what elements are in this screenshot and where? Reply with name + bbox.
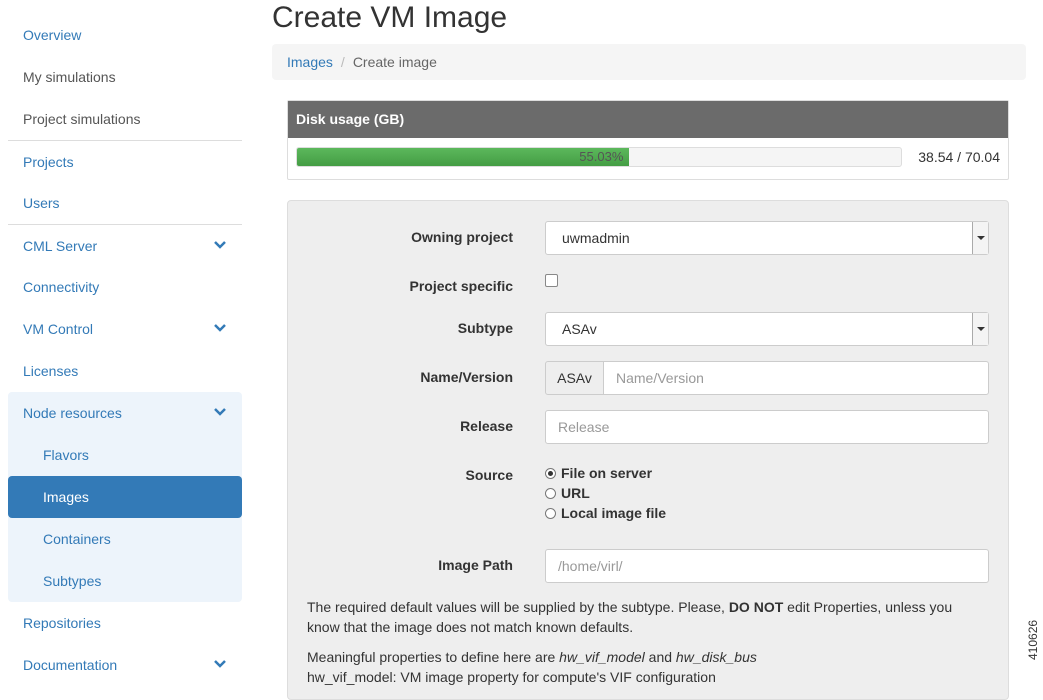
- sidebar-item-subtypes[interactable]: Subtypes: [8, 560, 242, 602]
- node-resources-group: Node resources Flavors Images Containers…: [8, 392, 242, 602]
- source-option-label: Local image file: [561, 505, 667, 521]
- breadcrumb-separator: /: [340, 54, 345, 70]
- subtype-label: Subtype: [457, 320, 513, 336]
- source-option-label: File on server: [561, 465, 653, 481]
- help-text: The required default values will be supp…: [307, 599, 729, 615]
- release-input[interactable]: [545, 410, 989, 444]
- help-text-property-name: hw_vif_model: [559, 649, 645, 665]
- source-label: Source: [465, 467, 513, 483]
- dropdown-arrow-icon: [972, 222, 988, 254]
- subtype-select[interactable]: ASAv: [545, 312, 989, 346]
- radio-icon[interactable]: [545, 488, 556, 499]
- sidebar-nav: Overview My simulations Project simulati…: [8, 14, 242, 686]
- sidebar-item-my-simulations[interactable]: My simulations: [8, 56, 242, 98]
- subtype-value: ASAv: [562, 321, 597, 337]
- create-image-form: Owning project uwmadmin Project specific…: [287, 200, 1009, 700]
- help-text-defaults: The required default values will be supp…: [307, 597, 987, 637]
- figure-code: 410626: [1026, 619, 1040, 660]
- sidebar-item-node-resources[interactable]: Node resources: [8, 392, 242, 434]
- release-label: Release: [460, 418, 513, 434]
- source-option-local-image-file[interactable]: Local image file: [545, 503, 666, 523]
- help-text: and: [644, 649, 676, 665]
- name-version-input[interactable]: [603, 361, 989, 395]
- help-text-property-name: hw_disk_bus: [675, 649, 757, 665]
- image-path-label: Image Path: [438, 557, 513, 573]
- sidebar-item-vm-control[interactable]: VM Control: [8, 308, 242, 350]
- sidebar-item-licenses[interactable]: Licenses: [8, 350, 242, 392]
- owning-project-value: uwmadmin: [562, 230, 630, 246]
- dropdown-arrow-icon: [972, 313, 988, 345]
- project-specific-label: Project specific: [409, 278, 514, 294]
- sidebar-item-label: Documentation: [23, 657, 118, 673]
- help-text-properties: Meaningful properties to define here are…: [307, 647, 987, 667]
- disk-usage-progress-fill: 55.03%: [297, 148, 630, 166]
- sidebar-item-containers[interactable]: Containers: [8, 518, 242, 560]
- owning-project-select[interactable]: uwmadmin: [545, 221, 989, 255]
- sidebar-item-label: VM Control: [23, 321, 94, 337]
- source-option-file-on-server[interactable]: File on server: [545, 463, 652, 483]
- radio-checked-icon[interactable]: [545, 468, 556, 479]
- sidebar-item-users[interactable]: Users: [8, 182, 242, 224]
- radio-icon[interactable]: [545, 508, 556, 519]
- breadcrumb: Images / Create image: [272, 44, 1026, 80]
- project-specific-checkbox[interactable]: [545, 274, 558, 287]
- sidebar-item-images[interactable]: Images: [8, 476, 242, 518]
- sidebar-item-cml-server[interactable]: CML Server: [8, 224, 242, 266]
- source-option-url[interactable]: URL: [545, 483, 590, 503]
- sidebar-item-projects[interactable]: Projects: [8, 140, 242, 182]
- sidebar-item-flavors[interactable]: Flavors: [8, 434, 242, 476]
- sidebar-item-connectivity[interactable]: Connectivity: [8, 266, 242, 308]
- disk-usage-values: 38.54 / 70.04: [918, 149, 1000, 165]
- breadcrumb-images-link[interactable]: Images: [287, 54, 333, 70]
- sidebar-item-project-simulations[interactable]: Project simulations: [8, 98, 242, 140]
- name-version-label: Name/Version: [420, 369, 513, 385]
- chevron-down-icon: [214, 660, 226, 668]
- disk-usage-progress: 55.03%: [296, 147, 902, 167]
- image-path-input[interactable]: [545, 549, 989, 583]
- source-option-label: URL: [561, 485, 590, 501]
- help-text-vif-model: hw_vif_model: VM image property for comp…: [307, 669, 716, 685]
- sidebar-item-repositories[interactable]: Repositories: [8, 602, 242, 644]
- page-title: Create VM Image: [272, 1, 508, 34]
- sidebar-item-overview[interactable]: Overview: [8, 14, 242, 56]
- chevron-down-icon: [214, 241, 226, 249]
- chevron-down-icon: [214, 408, 226, 416]
- chevron-down-icon: [214, 324, 226, 332]
- breadcrumb-current: Create image: [352, 54, 437, 70]
- sidebar-item-documentation[interactable]: Documentation: [8, 644, 242, 686]
- sidebar-item-label: Node resources: [23, 405, 122, 421]
- name-version-prefix: ASAv: [545, 361, 604, 395]
- owning-project-label: Owning project: [411, 229, 513, 245]
- disk-usage-header: Disk usage (GB): [288, 101, 1008, 138]
- sidebar-item-label: CML Server: [23, 238, 98, 254]
- help-text-emphasis: DO NOT: [728, 599, 784, 615]
- help-text: Meaningful properties to define here are: [307, 649, 560, 665]
- name-version-group: ASAv: [545, 361, 989, 395]
- disk-usage-panel: Disk usage (GB) 55.03% 38.54 / 70.04: [287, 100, 1009, 180]
